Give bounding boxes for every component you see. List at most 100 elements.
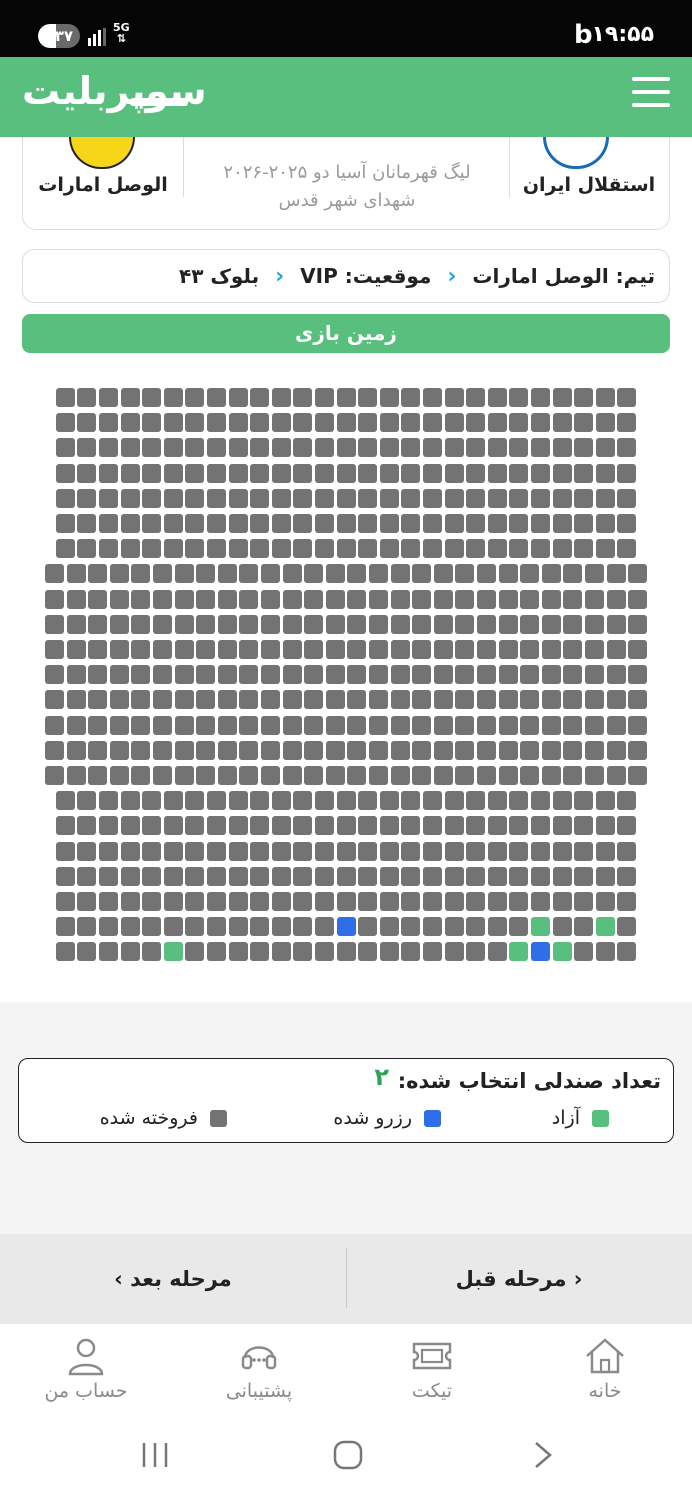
seat-sold <box>250 917 270 937</box>
seat-sold <box>455 640 475 659</box>
nav-account[interactable]: حساب من <box>26 1336 146 1402</box>
seat-sold <box>617 942 637 962</box>
breadcrumb-position[interactable]: موقعیت: VIP <box>300 264 431 288</box>
seat-sold <box>260 564 280 584</box>
seat-sold <box>142 413 162 433</box>
seat-sold <box>595 388 615 407</box>
nav-home-label: خانه <box>588 1380 622 1402</box>
seat-sold <box>574 514 594 533</box>
recent-apps-icon[interactable] <box>140 1440 172 1470</box>
seat-free[interactable] <box>509 942 529 962</box>
seat-sold <box>239 665 259 685</box>
seat-sold <box>401 791 421 811</box>
seat-sold <box>444 413 464 433</box>
field-indicator: زمین بازی <box>22 314 670 353</box>
home-button-icon[interactable] <box>333 1440 365 1470</box>
home-icon <box>586 1338 624 1374</box>
seat-sold <box>293 388 313 407</box>
seat-sold <box>250 438 270 458</box>
seat-sold <box>109 715 129 735</box>
nav-ticket[interactable]: تیکت <box>372 1336 492 1402</box>
seat-sold <box>455 766 475 785</box>
seat-sold <box>541 740 561 760</box>
logo[interactable]: سوپربلیت <box>22 69 208 113</box>
seat-sold <box>260 614 280 634</box>
hamburger-icon[interactable] <box>632 75 670 109</box>
seat-sold <box>530 463 550 483</box>
seat-sold <box>77 514 97 533</box>
seat-sold <box>217 640 237 659</box>
seat-sold <box>552 488 572 508</box>
seat-free[interactable] <box>552 942 572 962</box>
seat-sold <box>250 841 270 861</box>
breadcrumb-team[interactable]: تیم: الوصل امارات <box>472 264 655 288</box>
alwasl-logo-icon <box>69 137 135 169</box>
seat-sold <box>617 438 637 458</box>
seat-sold <box>174 766 194 785</box>
seat-sold <box>174 564 194 584</box>
seat-sold <box>239 589 259 609</box>
prev-step-button[interactable]: مرحله قبل › <box>346 1234 692 1324</box>
seat-sold <box>271 488 291 508</box>
seat-sold <box>368 715 388 735</box>
seat-sold <box>487 892 507 911</box>
seat-sold <box>293 866 313 886</box>
seat-sold <box>584 690 604 710</box>
seat-sold <box>444 488 464 508</box>
seat-sold <box>196 690 216 710</box>
seat-sold <box>444 841 464 861</box>
seat-sold <box>325 564 345 584</box>
seat-sold <box>595 463 615 483</box>
seat-free[interactable] <box>530 917 550 937</box>
seat-sold <box>422 438 442 458</box>
selected-count-value: ۲ <box>374 1063 389 1091</box>
seat-sold <box>120 488 140 508</box>
seat-sold <box>422 791 442 811</box>
seat-sold <box>509 388 529 407</box>
seat-sold <box>314 488 334 508</box>
seat-sold <box>541 589 561 609</box>
seat-sold <box>314 816 334 836</box>
home-team-name: استقلال ایران <box>522 174 656 196</box>
seat-sold <box>552 438 572 458</box>
seat-sold <box>466 438 486 458</box>
seat-sold <box>109 690 129 710</box>
seat-sold <box>433 564 453 584</box>
system-nav <box>0 1420 692 1500</box>
seat-sold <box>552 816 572 836</box>
seat-sold <box>55 438 75 458</box>
next-step-button[interactable]: ‹ مرحله بعد <box>0 1234 346 1324</box>
seat-free[interactable] <box>163 942 183 962</box>
seat-sold <box>228 816 248 836</box>
seat-sold <box>444 463 464 483</box>
seat-sold <box>217 589 237 609</box>
seat-free[interactable] <box>595 917 615 937</box>
seat-sold <box>379 942 399 962</box>
seat-sold <box>487 866 507 886</box>
seat-sold <box>217 715 237 735</box>
seat-sold <box>98 388 118 407</box>
nav-support[interactable]: پشتیبانی <box>199 1336 319 1402</box>
seat-sold <box>304 715 324 735</box>
seat-sold <box>196 640 216 659</box>
seat-sold <box>476 740 496 760</box>
seat-sold <box>66 715 86 735</box>
back-icon[interactable] <box>532 1440 556 1470</box>
seat-sold <box>563 640 583 659</box>
seat-sold <box>412 715 432 735</box>
seat-sold <box>368 640 388 659</box>
seat-sold <box>152 715 172 735</box>
nav-home[interactable]: خانه <box>545 1336 665 1402</box>
seat-sold <box>595 866 615 886</box>
seat-sold <box>109 740 129 760</box>
seat-sold <box>433 589 453 609</box>
seat-sold <box>466 942 486 962</box>
seat-sold <box>412 640 432 659</box>
seat-sold <box>433 740 453 760</box>
seat-sold <box>606 564 626 584</box>
seat-sold <box>239 564 259 584</box>
seat-sold <box>142 438 162 458</box>
seat-sold <box>109 640 129 659</box>
seat-sold <box>185 438 205 458</box>
seat-sold <box>606 740 626 760</box>
